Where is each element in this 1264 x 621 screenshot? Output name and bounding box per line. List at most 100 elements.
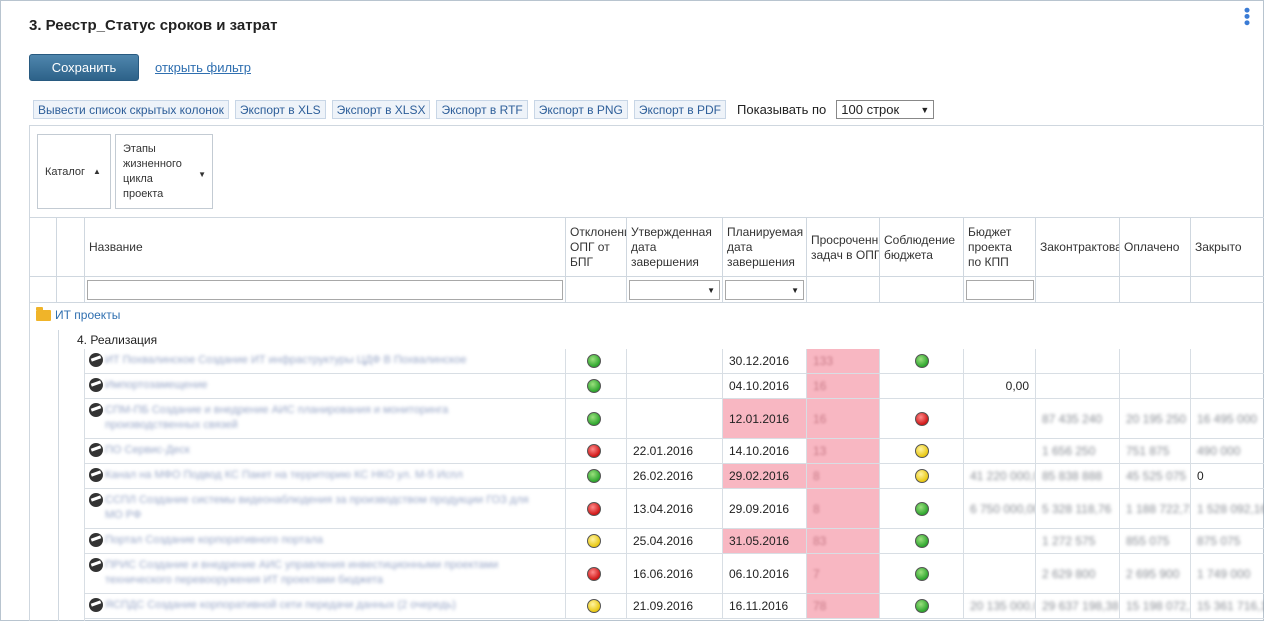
export-png-button[interactable]: Экспорт в PNG xyxy=(533,100,628,119)
overdue-count: 8 xyxy=(813,469,820,483)
status-indicator-icon xyxy=(915,411,929,426)
header-contracted[interactable]: Законтрактовано xyxy=(1036,218,1120,277)
task-icon xyxy=(89,443,103,457)
cell-closed: 0 xyxy=(1191,464,1264,488)
cell-kpp: 0,00 xyxy=(964,374,1036,398)
filter-kpp-input[interactable] xyxy=(966,280,1034,300)
project-name-link[interactable]: ПРИС Создание и внедрение АИС управления… xyxy=(105,558,545,588)
page-title: 3. Реестр_Статус сроков и затрат xyxy=(29,17,278,34)
cell-approved xyxy=(627,349,723,373)
project-name-link[interactable]: ПО Сервис-Деск xyxy=(105,443,190,458)
cell-overdue: 8 xyxy=(807,464,880,488)
cell-contracted: 5 328 118,76 xyxy=(1036,489,1120,528)
project-name-link[interactable]: Портал Создание корпоративного портала xyxy=(105,533,323,548)
cell-approved xyxy=(627,399,723,438)
cell-name[interactable]: Портал Создание корпоративного портала xyxy=(85,529,566,553)
value-paid: 1 188 722,71 xyxy=(1126,501,1191,516)
project-name-link[interactable]: Импортозамещение xyxy=(105,378,208,393)
cell-budget xyxy=(880,464,964,488)
table-row[interactable]: Импортозамещение 04.10.2016 16 0,00 xyxy=(85,374,1264,399)
toolbar: Вывести список скрытых колонок Экспорт в… xyxy=(33,100,935,119)
table-row[interactable]: Канал на МФО Подвод КС Пакет на территор… xyxy=(85,464,1264,489)
cell-name[interactable]: Канал на МФО Подвод КС Пакет на территор… xyxy=(85,464,566,488)
status-indicator-icon xyxy=(587,599,601,613)
export-pdf-button[interactable]: Экспорт в PDF xyxy=(633,100,727,119)
status-indicator-icon xyxy=(915,444,929,458)
group-it-projects[interactable]: ИТ проекты xyxy=(36,306,121,322)
header-budget-kpp[interactable]: Бюджет проекта по КПП xyxy=(964,218,1036,277)
cell-approved xyxy=(627,374,723,398)
group-it-projects-label: ИТ проекты xyxy=(55,308,121,322)
header-name[interactable]: Название xyxy=(85,218,566,277)
table-row[interactable]: ЯСПДС Создание корпоративной сети переда… xyxy=(85,594,1264,619)
cell-name[interactable]: ПО Сервис-Деск xyxy=(85,439,566,463)
header-overdue-tasks[interactable]: Просроченных задач в ОПГ xyxy=(807,218,880,277)
value-contracted: 87 435 240 xyxy=(1042,411,1103,426)
group-catalog-label: Каталог xyxy=(45,165,85,178)
cell-planned: 31.05.2016 xyxy=(723,529,807,553)
header-approved-date[interactable]: Утвержденная дата завершения xyxy=(627,218,723,277)
value-closed: 875 075 xyxy=(1197,534,1241,548)
filter-planned-date-select[interactable]: ▼ xyxy=(725,280,804,300)
project-name-link[interactable]: ССПЛ Создание системы видеонаблюдения за… xyxy=(105,493,545,523)
cell-name[interactable]: ПРИС Создание и внедрение АИС управления… xyxy=(85,554,566,593)
project-name-link[interactable]: ЯСПДС Создание корпоративной сети переда… xyxy=(105,598,456,613)
export-xls-button[interactable]: Экспорт в XLS xyxy=(234,100,326,119)
cell-name[interactable]: ЯСПДС Создание корпоративной сети переда… xyxy=(85,594,566,618)
cell-name[interactable]: ССПЛ Создание системы видеонаблюдения за… xyxy=(85,489,566,528)
table-row[interactable]: СПМ-ПБ Создание и внедрение АИС планиров… xyxy=(85,399,1264,439)
project-name-link[interactable]: Канал на МФО Подвод КС Пакет на территор… xyxy=(105,468,463,483)
save-button[interactable]: Сохранить xyxy=(29,54,139,81)
cell-dev xyxy=(566,399,627,438)
table-row[interactable]: ПРИС Создание и внедрение АИС управления… xyxy=(85,554,1264,594)
header-deviation[interactable]: Отклонение ОПГ от БПГ xyxy=(566,218,627,277)
header-planned-date[interactable]: Планируемая дата завершения xyxy=(723,218,807,277)
project-name-link[interactable]: СПМ-ПБ Создание и внедрение АИС планиров… xyxy=(105,403,545,433)
value-contracted: 29 637 198,38 xyxy=(1042,599,1119,613)
status-indicator-icon xyxy=(915,501,929,516)
show-hidden-columns-button[interactable]: Вывести список скрытых колонок xyxy=(33,100,229,119)
task-icon xyxy=(89,533,103,547)
export-xlsx-button[interactable]: Экспорт в XLSX xyxy=(331,100,431,119)
cell-name[interactable]: Импортозамещение xyxy=(85,374,566,398)
group-lifecycle-stages[interactable]: Этапы жизненного цикла проекта ▼ xyxy=(115,134,213,209)
cell-budget xyxy=(880,594,964,618)
cell-name[interactable]: ИТ Похвалинское Создание ИТ инфраструкту… xyxy=(85,349,566,373)
table-row[interactable]: ПО Сервис-Деск 22.01.2016 14.10.2016 13 1 65… xyxy=(85,439,1264,464)
export-rtf-button[interactable]: Экспорт в RTF xyxy=(436,100,528,119)
table-row[interactable]: ИТ Похвалинское Создание ИТ инфраструкту… xyxy=(85,349,1264,374)
cell-overdue: 7 xyxy=(807,554,880,593)
cell-name[interactable]: СПМ-ПБ Создание и внедрение АИС планиров… xyxy=(85,399,566,438)
filter-approved-date-select[interactable]: ▼ xyxy=(629,280,720,300)
cell-paid: 45 525 075 xyxy=(1120,464,1191,488)
cell-overdue: 133 xyxy=(807,349,880,373)
value-closed: 1 528 092,16 xyxy=(1197,501,1264,516)
cell-planned: 29.02.2016 xyxy=(723,464,807,488)
status-indicator-icon xyxy=(915,599,929,613)
filter-cell-closed xyxy=(1191,277,1264,303)
header-paid[interactable]: Оплачено xyxy=(1120,218,1191,277)
cell-kpp xyxy=(964,399,1036,438)
project-name-link[interactable]: ИТ Похвалинское Создание ИТ инфраструкту… xyxy=(105,353,466,368)
filter-name-input[interactable] xyxy=(87,280,563,300)
cell-planned: 14.10.2016 xyxy=(723,439,807,463)
value-paid: 2 695 900 xyxy=(1126,566,1180,581)
rows-per-page-select[interactable]: 100 строк ▼ xyxy=(836,100,935,119)
group-catalog[interactable]: Каталог ▲ xyxy=(37,134,111,209)
kebab-menu-icon[interactable]: ••• xyxy=(1237,7,1257,26)
status-indicator-icon xyxy=(587,354,601,368)
group-panel: Каталог ▲ Этапы жизненного цикла проекта… xyxy=(30,126,1264,218)
table-row[interactable]: Портал Создание корпоративного портала 25… xyxy=(85,529,1264,554)
open-filter-link[interactable]: открыть фильтр xyxy=(155,60,251,75)
task-icon xyxy=(89,558,103,572)
status-indicator-icon xyxy=(587,444,601,458)
value-closed: 15 361 716,1 xyxy=(1197,599,1264,613)
cell-contracted xyxy=(1036,374,1120,398)
cell-dev xyxy=(566,529,627,553)
header-budget-compliance[interactable]: Соблюдение бюджета xyxy=(880,218,964,277)
header-closed[interactable]: Закрыто xyxy=(1191,218,1264,277)
table-row[interactable]: ССПЛ Создание системы видеонаблюдения за… xyxy=(85,489,1264,529)
group-stage-implementation[interactable]: 4. Реализация xyxy=(58,330,1264,349)
cell-contracted: 85 838 888 xyxy=(1036,464,1120,488)
cell-dev xyxy=(566,349,627,373)
